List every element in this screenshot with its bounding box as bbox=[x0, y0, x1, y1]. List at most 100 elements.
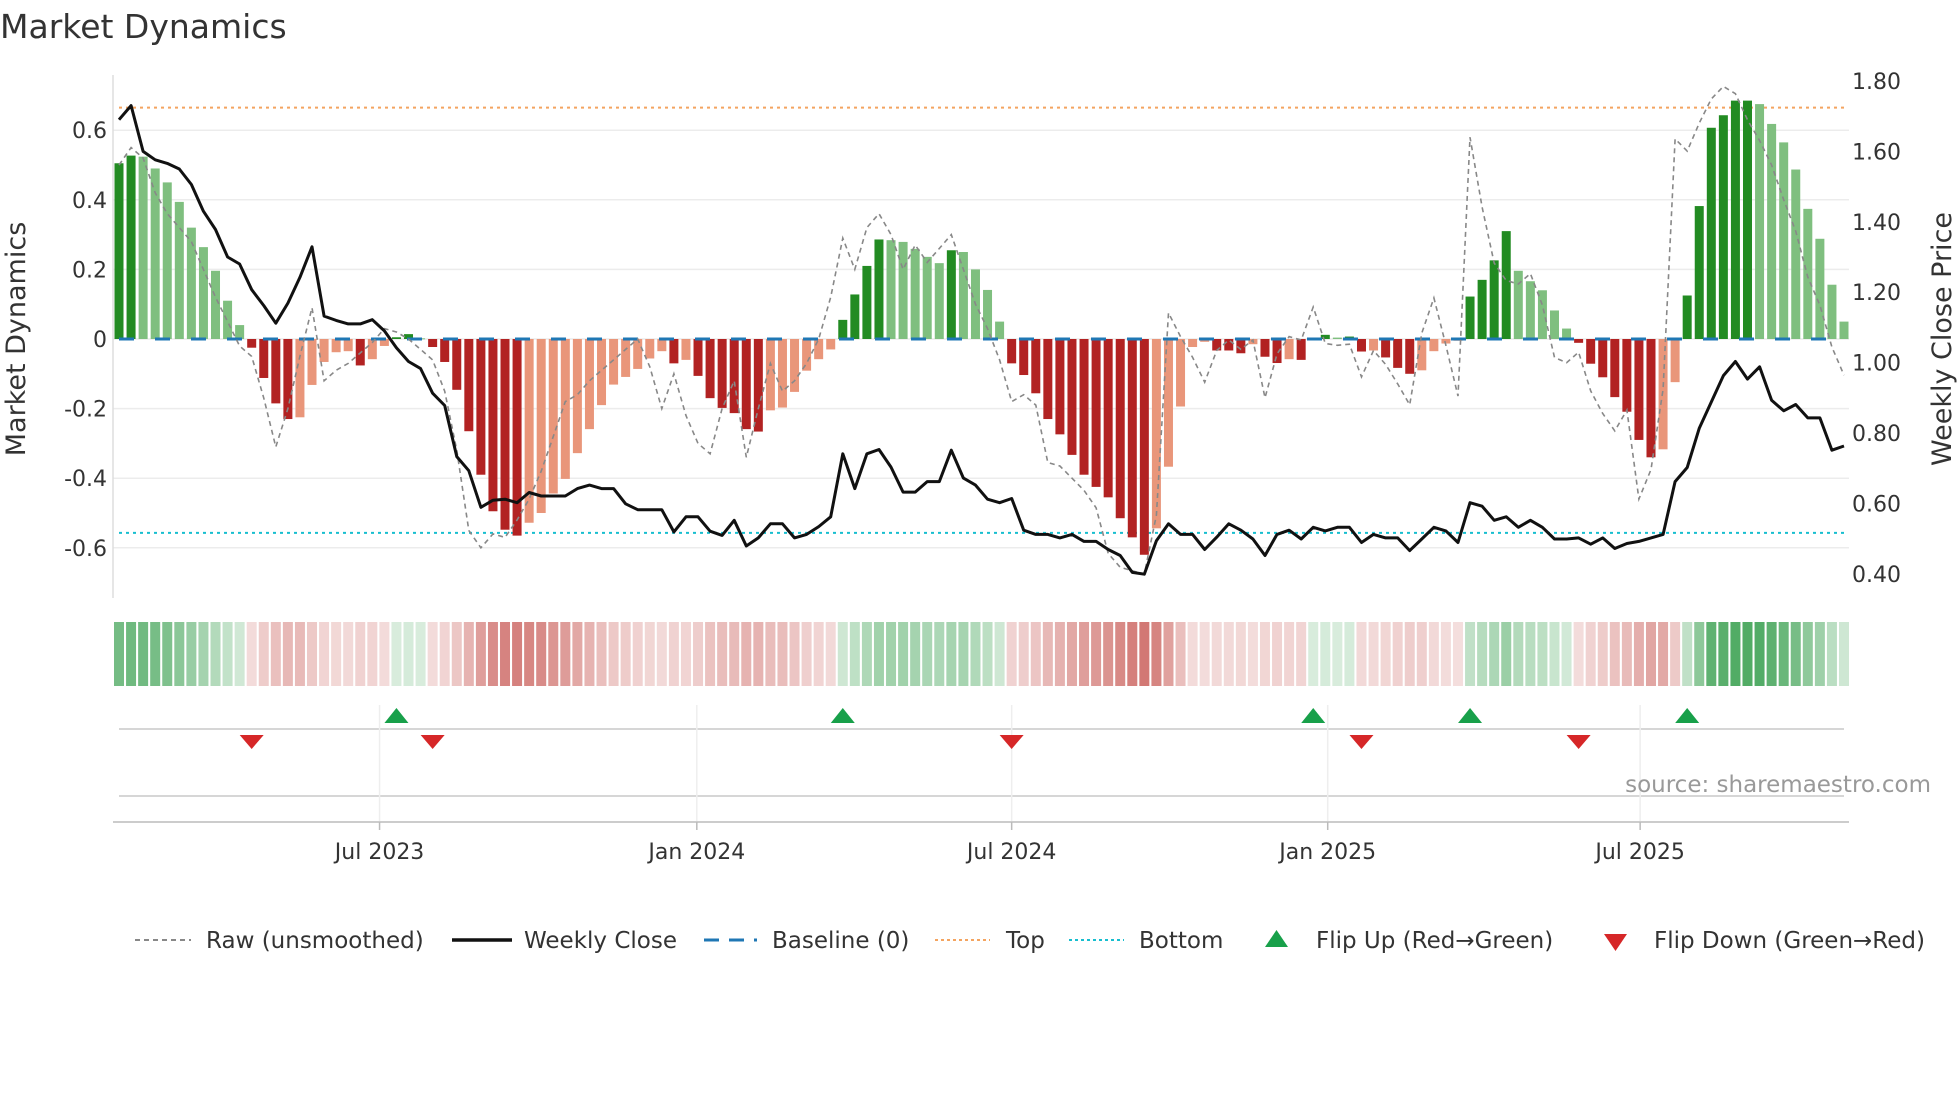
heat-strip-cell bbox=[741, 622, 752, 686]
dynamics-bar bbox=[717, 339, 727, 408]
heat-strip-cell bbox=[1296, 622, 1307, 686]
dynamics-bar bbox=[1163, 339, 1173, 467]
dynamics-bar bbox=[223, 300, 233, 339]
dynamics-bar bbox=[886, 240, 896, 339]
heat-strip-cell bbox=[1489, 622, 1500, 686]
heat-strip-cell bbox=[258, 622, 269, 686]
dynamics-bar bbox=[1381, 339, 1391, 358]
dynamics-bar bbox=[1537, 290, 1547, 339]
heat-strip-cell bbox=[1573, 622, 1584, 686]
heat-strip-cell bbox=[632, 622, 643, 686]
legend-top-label: Top bbox=[1005, 928, 1045, 954]
legend-flip-down-icon bbox=[1604, 934, 1627, 951]
heat-strip-cell bbox=[1754, 622, 1765, 686]
dynamics-bar bbox=[1007, 339, 1017, 364]
dynamics-bar bbox=[1694, 206, 1704, 339]
heat-strip-cell bbox=[548, 622, 559, 686]
left-axis-title: Market Dynamics bbox=[1, 222, 32, 457]
heat-strip-cell bbox=[1187, 622, 1198, 686]
heat-strip-cell bbox=[379, 622, 390, 686]
dynamics-bar bbox=[1393, 339, 1403, 368]
dynamics-bar bbox=[1115, 339, 1125, 519]
dynamics-bar bbox=[331, 339, 341, 353]
heat-strip bbox=[114, 622, 1849, 686]
heat-strip-cell bbox=[1247, 622, 1258, 686]
heat-strip-cell bbox=[1404, 622, 1415, 686]
heat-strip-cell bbox=[1537, 622, 1548, 686]
heat-strip-cell bbox=[596, 622, 607, 686]
heat-strip-cell bbox=[319, 622, 330, 686]
heat-strip-cell bbox=[427, 622, 438, 686]
dynamics-bar bbox=[1369, 339, 1379, 351]
heat-strip-cell bbox=[1079, 622, 1090, 686]
heat-strip-cell bbox=[451, 622, 462, 686]
heat-strip-cell bbox=[608, 622, 619, 686]
dynamics-bar bbox=[1574, 339, 1584, 343]
heat-strip-cell bbox=[1609, 622, 1620, 686]
right-tick-label: 1.60 bbox=[1852, 140, 1901, 165]
dynamics-bar bbox=[295, 339, 305, 418]
heat-strip-cell bbox=[1597, 622, 1608, 686]
heat-strip-cell bbox=[500, 622, 511, 686]
dynamics-bar bbox=[1356, 339, 1366, 352]
dynamics-bar bbox=[1260, 339, 1270, 357]
dynamics-bar bbox=[1839, 321, 1849, 339]
heat-strip-cell bbox=[1320, 622, 1331, 686]
heat-strip-cell bbox=[1139, 622, 1150, 686]
dynamics-bar bbox=[1055, 339, 1065, 435]
heat-strip-cell bbox=[403, 622, 414, 686]
dynamics-bar bbox=[910, 248, 920, 339]
dynamics-bar bbox=[536, 339, 546, 513]
dynamics-bar bbox=[1682, 295, 1692, 339]
dynamics-bar bbox=[934, 263, 944, 339]
dynamics-bar bbox=[983, 289, 993, 339]
heat-strip-cell bbox=[644, 622, 655, 686]
heat-strip-cell bbox=[837, 622, 848, 686]
dynamics-bar bbox=[114, 163, 124, 339]
source-label: source: sharemaestro.com bbox=[1625, 772, 1931, 798]
heat-strip-cell bbox=[270, 622, 281, 686]
dynamics-bar bbox=[850, 294, 860, 339]
dynamics-bar bbox=[1767, 123, 1777, 339]
heat-strip-cell bbox=[861, 622, 872, 686]
heat-strip-cell bbox=[982, 622, 993, 686]
flip-down-marker bbox=[239, 735, 264, 749]
dynamics-bar bbox=[946, 250, 956, 339]
dynamics-bar bbox=[1151, 339, 1161, 529]
heat-strip-cell bbox=[898, 622, 909, 686]
heat-strip-cell bbox=[910, 622, 921, 686]
left-tick-label: -0.2 bbox=[64, 398, 107, 423]
dynamics-bar bbox=[1489, 260, 1499, 339]
dynamics-bar bbox=[1224, 339, 1234, 351]
legend-raw-label: Raw (unsmoothed) bbox=[206, 928, 424, 954]
legend-flip-up-icon bbox=[1265, 930, 1288, 947]
dynamics-bar bbox=[814, 339, 824, 360]
heat-strip-cell bbox=[234, 622, 245, 686]
heat-strip-cell bbox=[1561, 622, 1572, 686]
dynamics-bar bbox=[693, 339, 703, 376]
dynamics-bar bbox=[1730, 100, 1740, 340]
heat-strip-cell bbox=[1706, 622, 1717, 686]
heat-strip-cell bbox=[668, 622, 679, 686]
heat-strip-cell bbox=[958, 622, 969, 686]
heat-strip-cell bbox=[1452, 622, 1463, 686]
right-tick-label: 1.40 bbox=[1852, 211, 1901, 236]
dynamics-bar bbox=[1827, 284, 1837, 339]
heat-strip-cell bbox=[1826, 622, 1837, 686]
dynamics-bar bbox=[428, 339, 438, 348]
x-tick-label: Jan 2025 bbox=[1277, 840, 1376, 865]
heat-strip-cell bbox=[572, 622, 583, 686]
heat-strip-cell bbox=[162, 622, 173, 686]
heat-strip-cell bbox=[367, 622, 378, 686]
dynamics-bar bbox=[512, 339, 522, 536]
heat-strip-cell bbox=[1054, 622, 1065, 686]
left-tick-label: 0 bbox=[93, 328, 107, 353]
dynamics-bar bbox=[1091, 339, 1101, 487]
dynamics-bar bbox=[826, 339, 836, 350]
dynamics-bar bbox=[1296, 339, 1306, 360]
heat-strip-cell bbox=[1151, 622, 1162, 686]
dynamics-bar bbox=[753, 339, 763, 432]
legend: Raw (unsmoothed) Weekly Close Baseline (… bbox=[135, 928, 1925, 954]
right-tick-label: 1.20 bbox=[1852, 281, 1901, 306]
heat-strip-cell bbox=[922, 622, 933, 686]
